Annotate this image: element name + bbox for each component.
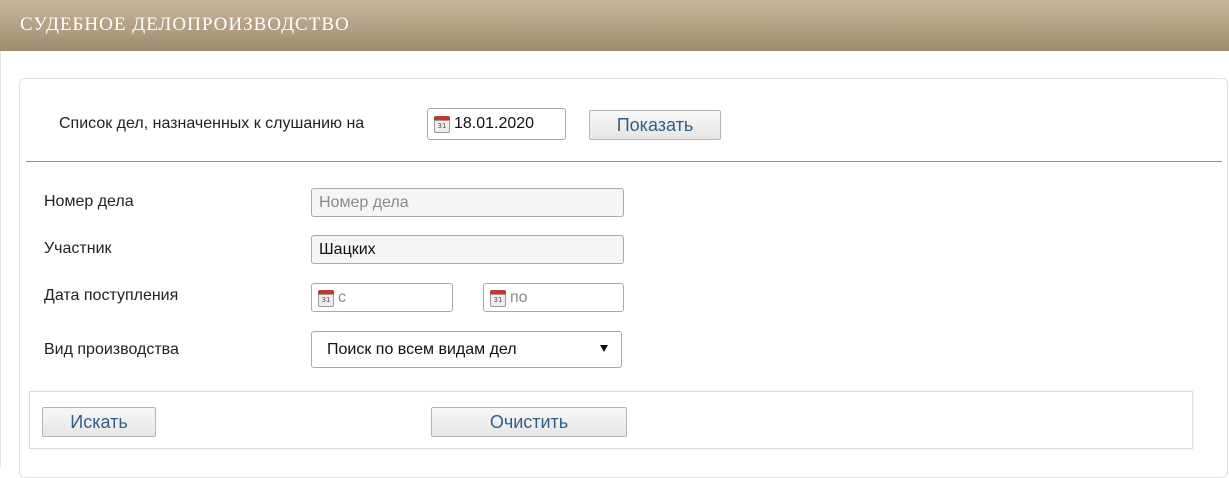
search-button[interactable]: Искать — [42, 407, 156, 437]
left-border — [0, 51, 1, 467]
participant-label: Участник — [44, 240, 112, 257]
page-header: СУДЕБНОЕ ДЕЛОПРОИЗВОДСТВО — [0, 0, 1229, 51]
calendar-icon[interactable]: 31 — [490, 289, 506, 307]
page-title: СУДЕБНОЕ ДЕЛОПРОИЗВОДСТВО — [20, 14, 350, 35]
case-number-label: Номер дела — [44, 193, 134, 210]
calendar-icon[interactable]: 31 — [434, 116, 450, 133]
chevron-down-icon[interactable] — [600, 345, 608, 352]
receipt-date-label: Дата поступления — [44, 287, 179, 304]
show-button[interactable]: Показать — [589, 110, 721, 140]
proceeding-type-selected: Поиск по всем видам дел — [327, 340, 517, 358]
schedule-date-value: 18.01.2020 — [454, 115, 535, 132]
receipt-date-to-placeholder: по — [510, 288, 528, 306]
participant-value: Шацких — [319, 240, 376, 258]
case-number-placeholder: Номер дела — [319, 193, 409, 211]
schedule-label: Список дел, назначенных к слушанию на — [59, 115, 365, 132]
section-divider — [26, 161, 1222, 162]
case-number-input[interactable]: Номер дела — [311, 188, 624, 217]
clear-button[interactable]: Очистить — [431, 407, 627, 437]
participant-input[interactable]: Шацких — [311, 235, 624, 264]
proceeding-type-select[interactable]: Поиск по всем видам дел — [311, 331, 622, 368]
receipt-date-from-placeholder: с — [338, 288, 346, 306]
receipt-date-to-input[interactable]: 31 по — [483, 283, 624, 312]
receipt-date-from-input[interactable]: 31 с — [311, 283, 453, 312]
calendar-icon[interactable]: 31 — [318, 289, 334, 307]
proceeding-type-label: Вид производства — [44, 341, 179, 358]
schedule-date-input[interactable]: 31 18.01.2020 — [427, 108, 566, 140]
